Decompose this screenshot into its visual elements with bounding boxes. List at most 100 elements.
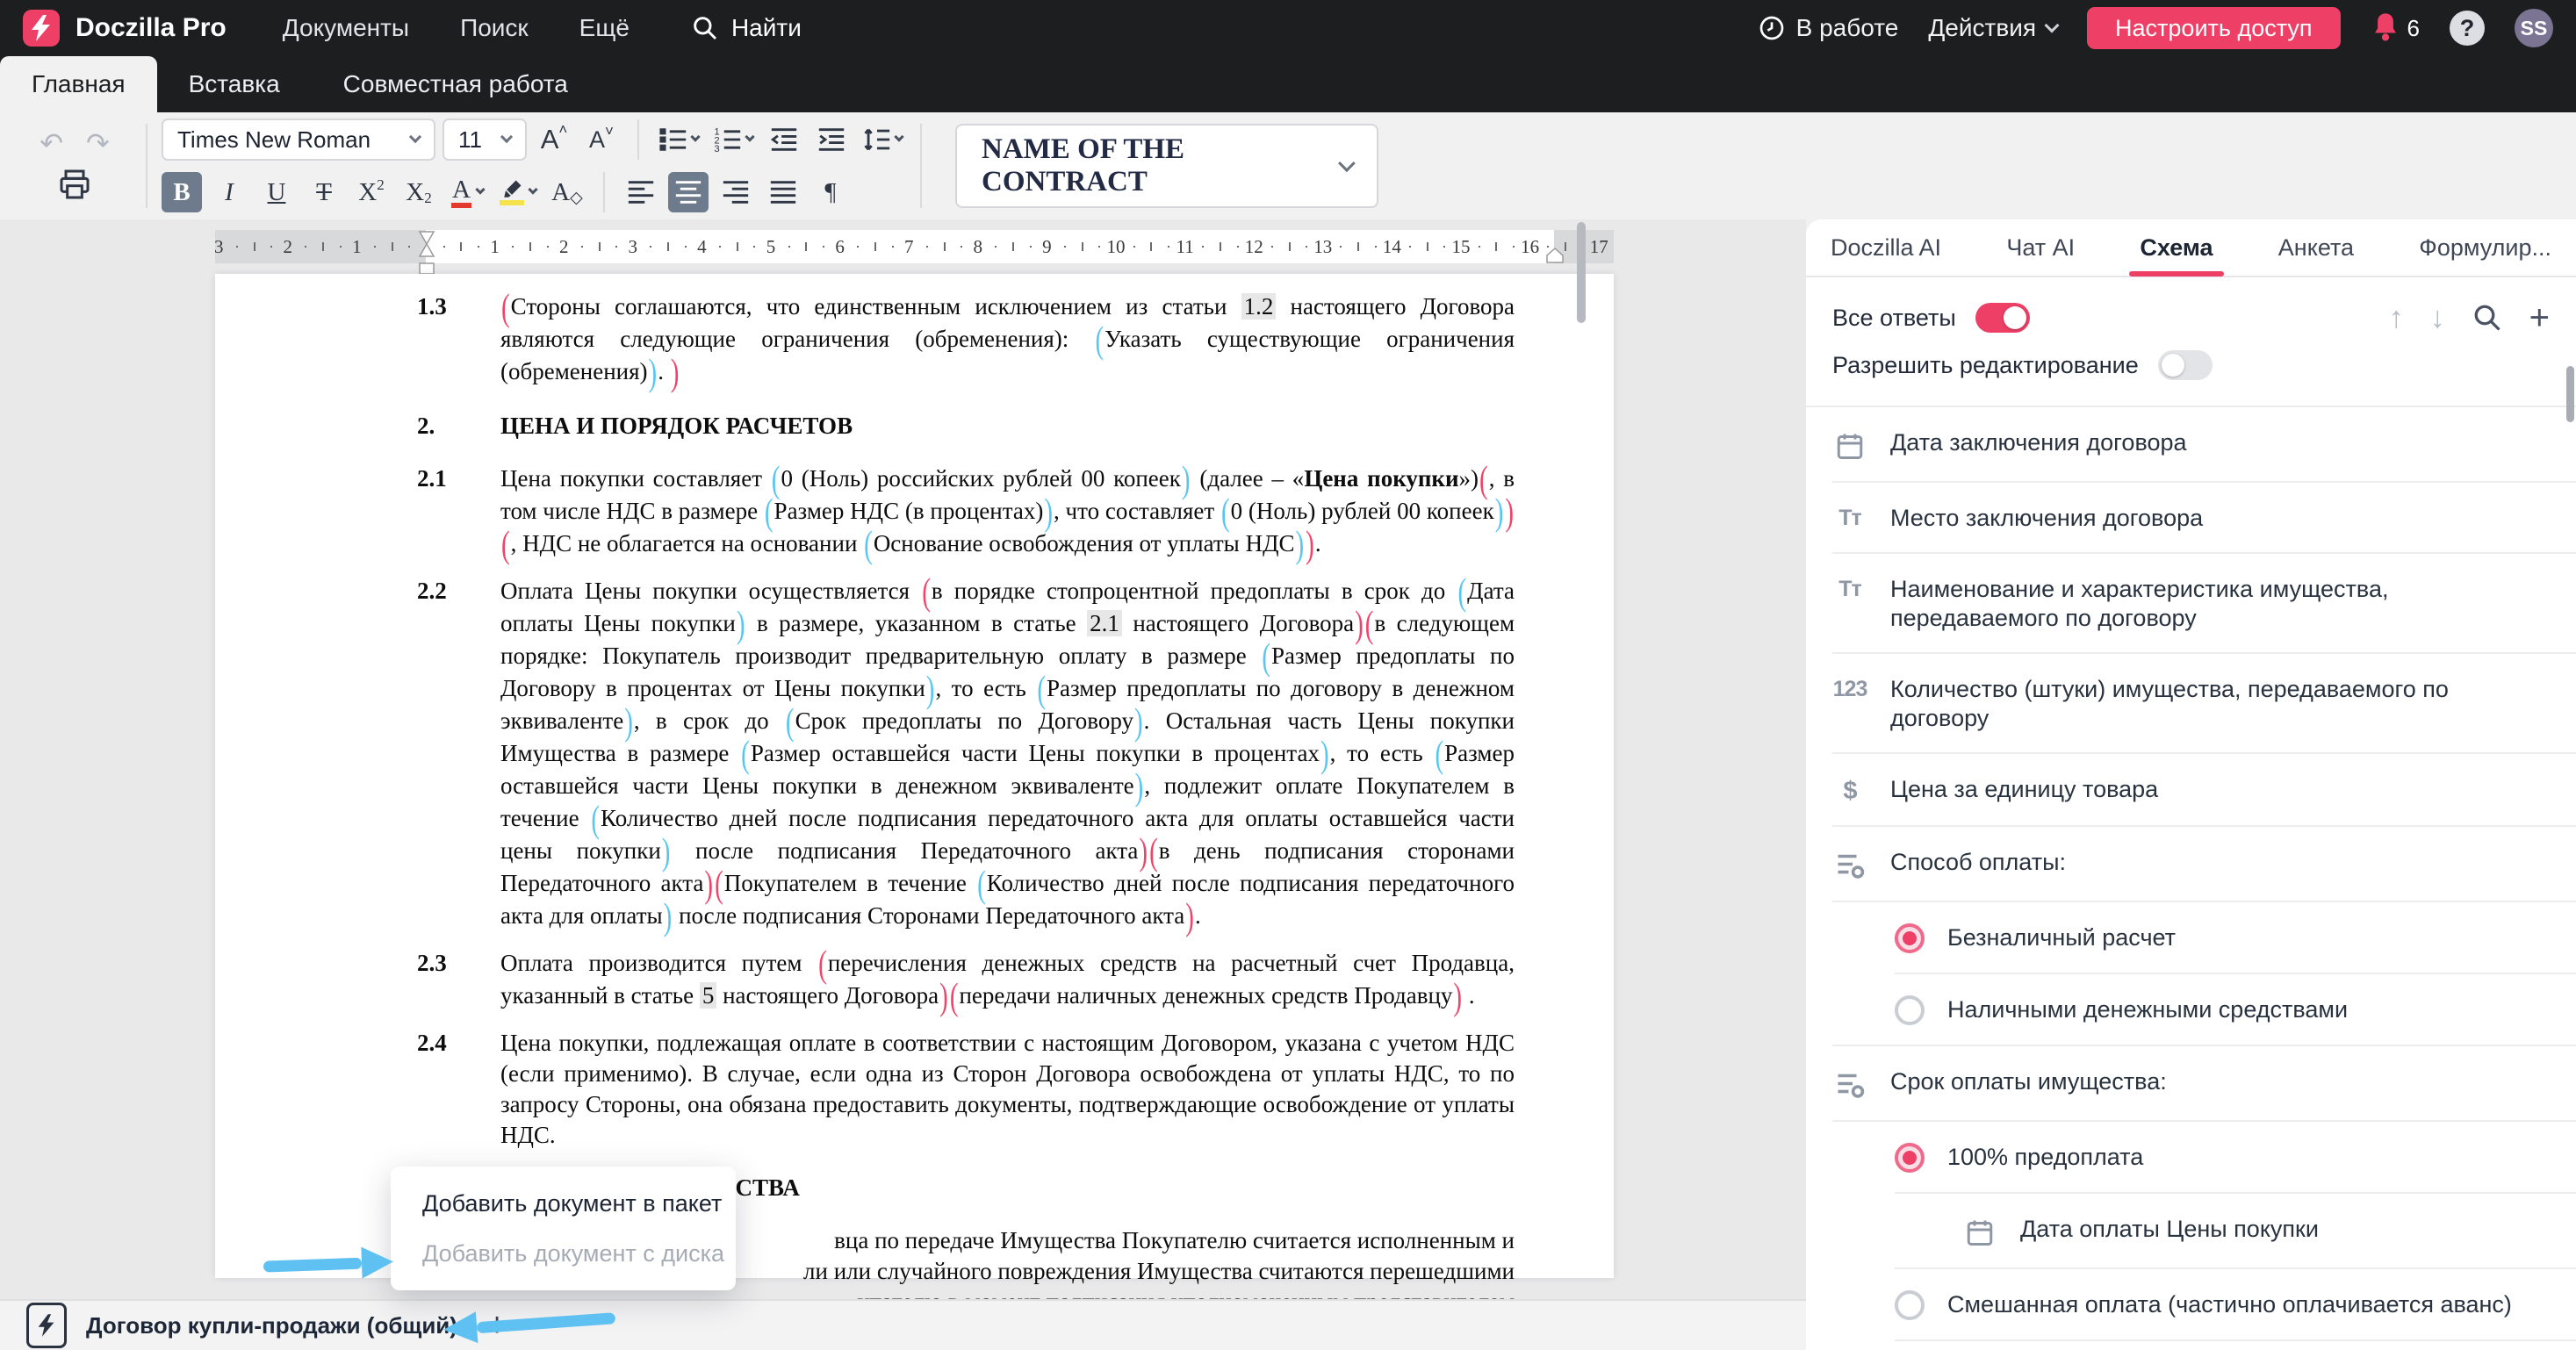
ruler-tick [1513, 246, 1515, 248]
field-bracket-open: ( [950, 974, 959, 1021]
font-family-select[interactable]: Times New Roman [162, 118, 435, 161]
align-left-icon[interactable] [621, 172, 661, 212]
radio-selected-icon[interactable] [1895, 923, 1925, 953]
radio-unselected-icon[interactable] [1895, 1290, 1925, 1320]
context-menu-item[interactable]: Добавить документ с диска [422, 1240, 704, 1267]
font-color-button[interactable]: A [446, 172, 487, 212]
allow-edit-toggle[interactable] [2158, 350, 2213, 380]
increase-indent-icon[interactable] [811, 119, 852, 160]
share-access-button[interactable]: Настроить доступ [2087, 7, 2341, 49]
panel-item[interactable]: 123Количество (штуки) имущества, передав… [1806, 654, 2576, 754]
radio-unselected-icon[interactable] [1895, 995, 1925, 1025]
header-menu: Документы Поиск Ещё [283, 14, 630, 42]
panel-search-icon[interactable] [2472, 302, 2503, 334]
ruler[interactable]: 1231234567891011121314151617 [215, 230, 1614, 263]
radio-selected-icon[interactable] [1895, 1143, 1925, 1173]
panel-item[interactable]: Дата заключения договора [1806, 407, 2576, 483]
ruler-tick [478, 246, 479, 248]
field-bracket-close: ) [939, 974, 948, 1021]
panel-item[interactable]: TтМесто заключения договора [1806, 483, 2576, 554]
help-button[interactable]: ? [2450, 11, 2485, 46]
panel-item[interactable]: %Размер предоплаты по Договору в процент… [1806, 1341, 2576, 1350]
panel-item[interactable]: TтНаименование и характеристика имуществ… [1806, 554, 2576, 654]
document-paragraph[interactable]: 2.3Оплата производится путем (перечислен… [417, 948, 1515, 1013]
ruler-tick [719, 246, 721, 248]
panel-scrollbar[interactable] [2566, 366, 2574, 422]
panel-item[interactable]: Безналичный расчет [1806, 902, 2576, 974]
highlight-color-button[interactable] [494, 172, 540, 212]
align-right-icon[interactable] [716, 172, 756, 212]
undo-icon[interactable]: ↶ [40, 130, 63, 156]
document-paragraph[interactable]: 1.3(Стороны соглашаются, что единственны… [417, 291, 1515, 389]
italic-button[interactable]: I [209, 172, 249, 212]
header-menu-item[interactable]: Документы [283, 14, 409, 42]
decrease-indent-icon[interactable] [764, 119, 804, 160]
document-bolt-icon[interactable] [26, 1303, 67, 1348]
document-paragraph[interactable]: 2.2Оплата Цены покупки осуществляется (в… [417, 576, 1515, 933]
font-size-select[interactable]: 11 [443, 118, 527, 161]
clear-formatting-button[interactable]: A◇ [547, 172, 587, 212]
document-page[interactable]: 1.3(Стороны соглашаются, что единственны… [215, 274, 1614, 1278]
document-paragraph[interactable]: 2.4Цена покупки, подлежащая оплате в соо… [417, 1028, 1515, 1151]
document-tab-label[interactable]: Договор купли-продажи (общий) [86, 1312, 457, 1339]
bullet-list-icon[interactable] [655, 119, 702, 160]
avatar[interactable]: SS [2515, 9, 2553, 47]
panel-tab[interactable]: Doczilla AI [1831, 219, 1941, 276]
arrow-down-icon[interactable]: ↓ [2430, 301, 2445, 335]
document-paragraph[interactable]: 2.1Цена покупки составляет (0 (Ноль) рос… [417, 463, 1515, 561]
notifications[interactable]: 6 [2371, 12, 2420, 44]
document-scrollbar[interactable] [1577, 222, 1586, 323]
ruler-tick [392, 242, 393, 251]
panel-item-label: Дата оплаты Цены покупки [2020, 1215, 2319, 1244]
ruler-tick [1237, 246, 1239, 248]
context-menu-item[interactable]: Добавить документ в пакет [422, 1190, 704, 1217]
print-icon[interactable] [57, 167, 92, 202]
actions-dropdown[interactable]: Действия [1928, 14, 2057, 42]
panel-item[interactable]: 100% предоплата [1806, 1122, 2576, 1194]
numbered-list-icon[interactable]: 123 [709, 119, 757, 160]
increase-font-icon[interactable]: A˄ [534, 119, 574, 160]
indent-marker-icon[interactable] [417, 230, 436, 276]
panel-item[interactable]: Наличными денежными средствами [1806, 974, 2576, 1046]
allow-edit-label: Разрешить редактирование [1832, 352, 2139, 379]
panel-tab[interactable]: Схема [2140, 219, 2213, 276]
align-center-icon[interactable] [668, 172, 709, 212]
ruler-tick [1168, 246, 1169, 248]
strikethrough-button[interactable]: T [304, 172, 344, 212]
status-in-progress[interactable]: В работе [1758, 14, 1899, 42]
redo-icon[interactable]: ↷ [86, 130, 110, 156]
choice-list-icon [1832, 1069, 1867, 1101]
subscript-button[interactable]: X2 [399, 172, 439, 212]
decrease-font-icon[interactable]: A˅ [581, 119, 622, 160]
ribbon-tab[interactable]: Вставка [157, 56, 312, 112]
justify-icon[interactable] [763, 172, 803, 212]
global-search[interactable]: Найти [691, 14, 802, 42]
underline-button[interactable]: U [256, 172, 297, 212]
all-answers-toggle[interactable] [1975, 303, 2030, 333]
document-body[interactable]: 1.3(Стороны соглашаются, что единственны… [215, 274, 1614, 1299]
top-header: Doczilla Pro ДокументыПоискЕщё Найти В р… [0, 0, 2576, 56]
panel-tab[interactable]: Формулир... [2419, 219, 2551, 276]
paragraph-style-select[interactable]: NAME OF THE CONTRACT [955, 124, 1378, 208]
panel-tab[interactable]: Чат AI [2006, 219, 2075, 276]
right-indent-marker-icon[interactable] [1546, 248, 1564, 263]
header-menu-item[interactable]: Ещё [579, 14, 630, 42]
panel-item[interactable]: $Цена за единицу товара [1806, 754, 2576, 827]
panel-add-icon[interactable]: + [2529, 305, 2550, 331]
ribbon-tab[interactable]: Совместная работа [312, 56, 600, 112]
bold-button[interactable]: B [162, 172, 202, 212]
doczilla-logo-icon[interactable] [23, 10, 60, 47]
panel-item[interactable]: Способ оплаты: [1806, 827, 2576, 902]
panel-tab[interactable]: Анкета [2278, 219, 2354, 276]
ribbon-tab[interactable]: Главная [0, 56, 157, 112]
pilcrow-icon[interactable]: ¶ [810, 172, 851, 212]
arrow-up-icon[interactable]: ↑ [2389, 301, 2404, 335]
field-bracket-open: ( [741, 732, 750, 779]
document-heading[interactable]: 2.ЦЕНА И ПОРЯДОК РАСЧЕТОВ [417, 411, 1515, 442]
line-spacing-icon[interactable] [859, 119, 906, 160]
panel-item[interactable]: Смешанная оплата (частично оплачивается … [1806, 1269, 2576, 1341]
superscript-button[interactable]: X2 [351, 172, 392, 212]
panel-item[interactable]: Срок оплаты имущества: [1806, 1046, 2576, 1122]
panel-item[interactable]: Дата оплаты Цены покупки [1806, 1194, 2576, 1269]
header-menu-item[interactable]: Поиск [460, 14, 529, 42]
